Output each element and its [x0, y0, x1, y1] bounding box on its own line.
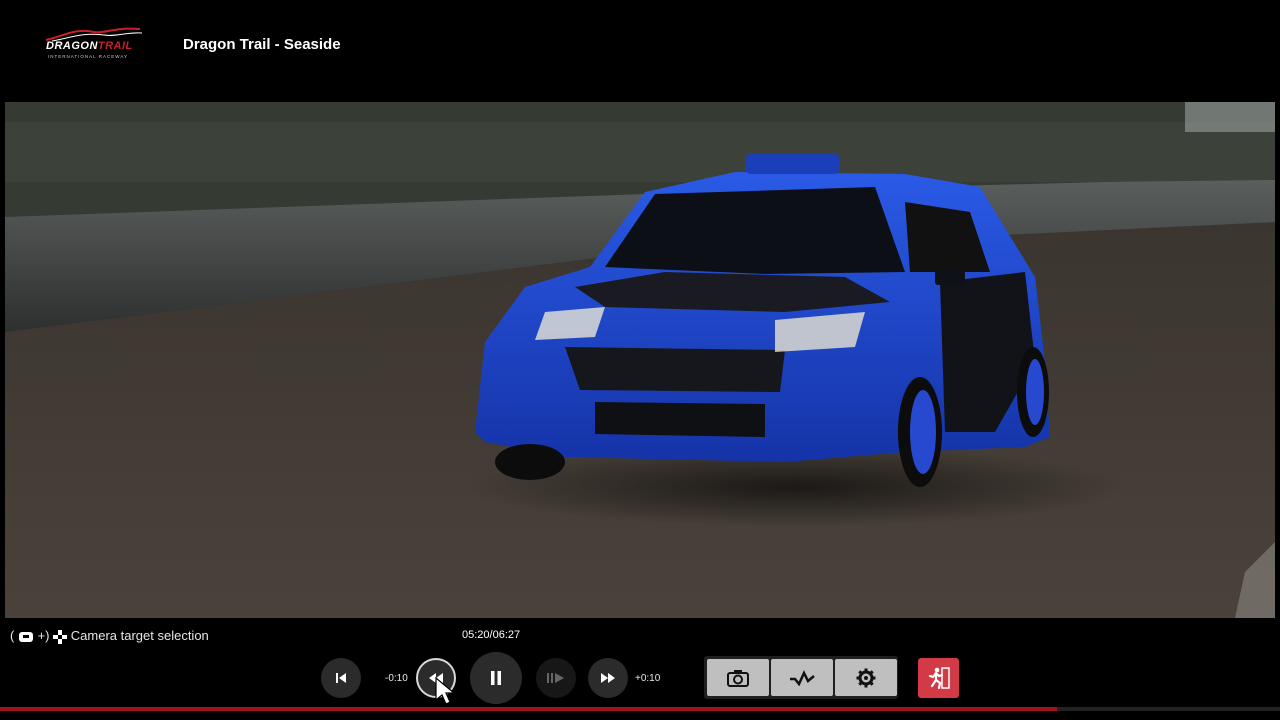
- logo-wordmark: DRAGONTRAIL: [46, 40, 133, 52]
- camera-target-hint: ( +) Camera target selection: [10, 628, 209, 644]
- telemetry-button[interactable]: [771, 659, 833, 696]
- photo-mode-button[interactable]: [707, 659, 769, 696]
- header-bar: DRAGONTRAIL INTERNATIONAL RACEWAY Dragon…: [0, 0, 1280, 100]
- replay-viewport[interactable]: [5, 102, 1275, 618]
- track-title: Dragon Trail - Seaside: [183, 36, 341, 53]
- pause-icon: [491, 671, 501, 685]
- running-exit-icon: [928, 667, 950, 690]
- camera-icon: [727, 669, 749, 687]
- hint-label: Camera target selection: [70, 628, 209, 643]
- replay-tools-group: [704, 656, 898, 699]
- dragon-trail-logo: DRAGONTRAIL INTERNATIONAL RACEWAY: [44, 26, 144, 62]
- rewind-amount-label: -0:10: [385, 673, 408, 684]
- skip-to-start-icon: [336, 673, 346, 683]
- mouse-cursor-icon: [435, 676, 456, 705]
- pause-button[interactable]: [470, 652, 522, 704]
- forward-amount-label: +0:10: [635, 673, 661, 684]
- slow-forward-button[interactable]: [536, 658, 576, 698]
- slow-forward-icon: [547, 673, 564, 683]
- skip-to-start-button[interactable]: [321, 658, 361, 698]
- fast-forward-icon: [601, 673, 615, 683]
- replay-progress-fill: [0, 707, 1058, 711]
- gear-icon: [856, 668, 876, 687]
- dpad-icon: [53, 629, 68, 644]
- exit-replay-button[interactable]: [918, 658, 959, 698]
- settings-button[interactable]: [835, 659, 897, 696]
- playback-time: 05:20/06:27: [462, 629, 521, 641]
- telemetry-graph-icon: [790, 669, 815, 686]
- fast-forward-button[interactable]: [588, 658, 628, 698]
- replay-scene-image: [5, 102, 1275, 618]
- touchpad-icon: [18, 631, 33, 642]
- replay-progress-bar[interactable]: [0, 707, 1280, 711]
- logo-subtext: INTERNATIONAL RACEWAY: [48, 54, 129, 59]
